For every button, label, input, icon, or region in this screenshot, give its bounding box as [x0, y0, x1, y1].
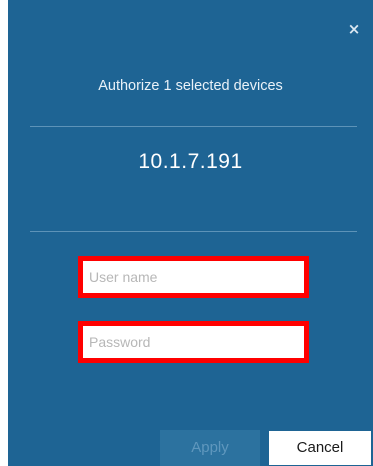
authorize-dialog: × Authorize 1 selected devices 10.1.7.19… [8, 0, 373, 466]
dialog-title: Authorize 1 selected devices [98, 78, 283, 94]
password-field-highlight [78, 321, 309, 363]
device-ip: 10.1.7.191 [138, 150, 243, 173]
username-input[interactable] [83, 261, 304, 293]
cancel-button[interactable]: Cancel [268, 430, 372, 466]
password-input[interactable] [83, 326, 304, 358]
username-field-highlight [78, 256, 309, 298]
apply-button[interactable]: Apply [160, 430, 260, 466]
divider-top [30, 126, 357, 127]
close-icon[interactable]: × [347, 22, 361, 37]
divider-bottom [30, 231, 357, 232]
